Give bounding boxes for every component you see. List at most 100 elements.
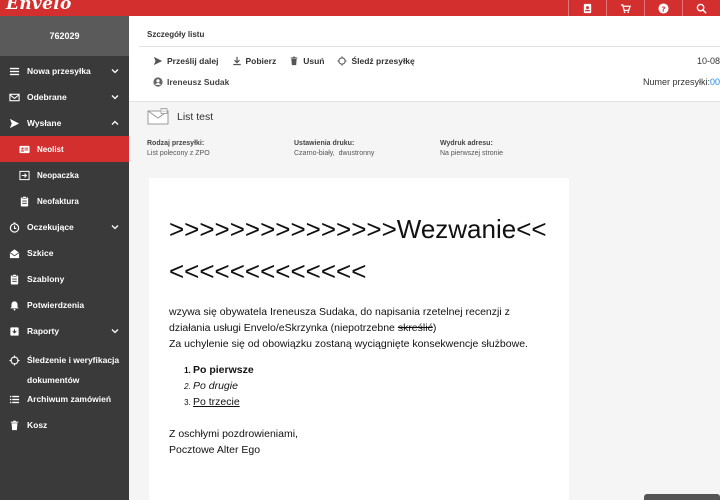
main-content: Szczegóły listu Prześlij dalej Pobierz U… <box>129 16 720 500</box>
document-list: Po pierwsze Po drugie Po trzecie <box>193 362 549 410</box>
letter-title-text: List test <box>177 111 214 123</box>
open-mail-icon <box>8 247 21 260</box>
sidebar-item-sledzenie[interactable]: Śledzenie i weryfikacja dokumentów <box>0 344 129 386</box>
sidebar-item-label: Neofaktura <box>37 196 79 206</box>
document-preview: >>>>>>>>>>>>>>>Wezwanie<<<<<<<<<<<<<<< w… <box>149 178 569 500</box>
page-title: Szczegóły listu <box>147 30 205 39</box>
sidebar-item-neofaktura[interactable]: Neofaktura <box>0 188 129 214</box>
help-icon[interactable]: ? <box>644 0 682 16</box>
search-icon[interactable] <box>682 0 720 16</box>
sidebar-item-label: Kosz <box>27 420 48 430</box>
meta-print: Ustawienia druku: Czarno-biały, dwustron… <box>294 140 374 157</box>
scrollbar[interactable] <box>644 494 720 500</box>
sidebar-item-szkice[interactable]: Szkice <box>0 240 129 266</box>
sidebar-item-label: Szkice <box>27 248 54 258</box>
document-heading: >>>>>>>>>>>>>>>Wezwanie<<<<<<<<<<<<<<< <box>169 214 547 286</box>
sidebar-item-nowa-przesylka[interactable]: Nowa przesyłka <box>0 58 129 84</box>
sidebar-item-label: Nowa przesyłka <box>27 66 91 76</box>
document-paragraph: Za uchylenie się od obowiązku zostaną wy… <box>169 338 528 350</box>
sidebar-item-neopaczka[interactable]: Neopaczka <box>0 162 129 188</box>
chevron-down-icon <box>111 329 119 334</box>
toolbar: Prześlij dalej Pobierz Usuń Śledź przesy… <box>153 56 428 66</box>
strikethrough-text: skreślić <box>397 322 433 334</box>
tracking-number: Numer przesyłki:00 <box>643 77 720 87</box>
sidebar-item-label: Oczekujące <box>27 222 74 232</box>
tracking-label: Numer przesyłki: <box>642 77 710 87</box>
user-icon <box>153 77 163 87</box>
send-icon <box>8 117 21 130</box>
top-bar: Envelo ? <box>0 0 720 16</box>
top-icons: ? <box>568 0 720 16</box>
sender-name: Ireneusz Sudak <box>167 77 230 87</box>
sidebar-item-label: Odebrane <box>27 92 67 102</box>
forward-label: Prześlij dalej <box>167 56 219 66</box>
menu-icon <box>8 65 21 78</box>
chevron-up-icon <box>111 120 119 125</box>
crosshair-icon <box>337 56 348 66</box>
sidebar-item-oczekujace[interactable]: Oczekujące <box>0 214 129 240</box>
trash-icon <box>8 419 21 432</box>
sidebar-item-neolist[interactable]: Neolist <box>0 136 129 162</box>
download-button[interactable]: Pobierz <box>232 56 277 66</box>
forward-button[interactable]: Prześlij dalej <box>153 56 219 66</box>
meta-print-label: Ustawienia druku: <box>294 140 355 147</box>
meta-type-value: List polecony z ZPO <box>147 150 210 157</box>
list-item: Po pierwsze <box>193 362 549 378</box>
sidebar-item-wyslane[interactable]: Wysłane <box>0 110 129 136</box>
meta-address: Wydruk adresu: Na pierwszej stronie <box>440 140 503 157</box>
list-item: Po trzecie <box>193 394 549 410</box>
sidebar-item-szablony[interactable]: Szablony <box>0 266 129 292</box>
sidebar-item-label: Śledzenie i weryfikacja dokumentów <box>27 355 120 385</box>
chevron-down-icon <box>111 69 119 74</box>
sidebar-item-kosz[interactable]: Kosz <box>0 412 129 438</box>
sidebar-item-label: Potwierdzenia <box>27 300 85 310</box>
download-icon <box>232 56 241 66</box>
list-item: Po drugie <box>193 378 549 394</box>
tracking-value[interactable]: 00 <box>710 77 720 87</box>
meta-address-value: Na pierwszej stronie <box>440 150 504 157</box>
bell-icon <box>8 299 21 312</box>
cart-icon[interactable] <box>606 0 644 16</box>
paragraph-text-end: ) <box>432 322 437 334</box>
sidebar: 762029 Nowa przesyłka Odebrane Wysłane N… <box>0 16 129 500</box>
card-icon <box>18 143 31 156</box>
sidebar-item-potwierdzenia[interactable]: Potwierdzenia <box>0 292 129 318</box>
app-logo[interactable]: Envelo <box>6 0 72 14</box>
svg-text:?: ? <box>661 4 665 13</box>
sidebar-item-label: Raporty <box>27 326 60 336</box>
meta-type: Rodzaj przesyłki: List polecony z ZPO <box>147 140 210 157</box>
chevron-down-icon <box>111 95 119 100</box>
paragraph-text: wzywa się obywatela Ireneusza Sudaka, do… <box>169 306 510 334</box>
sender: Ireneusz Sudak <box>153 77 229 87</box>
sidebar-item-raporty[interactable]: Raporty <box>0 318 129 344</box>
sidebar-item-archiwum[interactable]: Archiwum zamówień <box>0 386 129 412</box>
sidebar-item-label: Wysłane <box>27 118 62 128</box>
sidebar-item-label: Neolist <box>37 144 64 154</box>
track-label: Śledź przesyłkę <box>351 56 415 66</box>
send-icon <box>153 56 163 66</box>
meta-print-value: Czarno-biały, dwustronny <box>294 150 375 157</box>
sidebar-item-label: Szablony <box>27 274 65 284</box>
mail-icon <box>8 91 21 104</box>
meta-type-label: Rodzaj przesyłki: <box>147 140 205 147</box>
letter-title: List test <box>147 108 213 126</box>
user-id[interactable]: 762029 <box>0 16 129 56</box>
sidebar-item-label: Archiwum zamówień <box>27 394 112 404</box>
sidebar-item-odebrane[interactable]: Odebrane <box>0 84 129 110</box>
trash-icon <box>290 56 298 66</box>
document-paragraph: wzywa się obywatela Ireneusza Sudaka, do… <box>169 304 549 336</box>
delete-button[interactable]: Usuń <box>289 56 324 66</box>
download-label: Pobierz <box>245 56 277 66</box>
login-box-icon <box>18 169 31 182</box>
id-badge-icon[interactable] <box>568 0 606 16</box>
chevron-down-icon <box>111 225 119 230</box>
template-icon <box>8 273 21 286</box>
envelope-icon <box>147 108 169 125</box>
track-button[interactable]: Śledź przesyłkę <box>337 56 415 66</box>
list-icon <box>8 393 21 406</box>
letter-date: 10-08 <box>696 56 720 66</box>
closing-line: Z oschłymi pozdrowieniami, <box>169 428 298 440</box>
clipboard-icon <box>18 195 31 208</box>
clock-icon <box>8 221 21 234</box>
report-icon <box>8 325 21 338</box>
